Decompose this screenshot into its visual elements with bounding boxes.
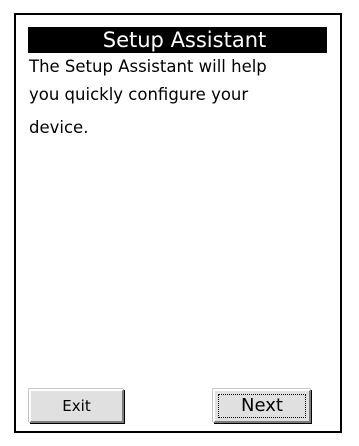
exit-button-label: Exit — [62, 397, 91, 415]
exit-button[interactable]: Exit — [29, 389, 124, 423]
dialog-message-line-3: device. — [29, 118, 89, 137]
dialog-message: The Setup Assistant will help you quickl… — [29, 53, 319, 142]
dialog-message-line-2: you quickly configure your — [29, 85, 249, 104]
next-button-label: Next — [241, 395, 283, 416]
setup-assistant-dialog: Setup Assistant The Setup Assistant will… — [14, 13, 342, 433]
next-button[interactable]: Next — [213, 389, 311, 423]
dialog-message-line-1: The Setup Assistant will help — [29, 57, 267, 76]
dialog-title: Setup Assistant — [28, 27, 327, 53]
screen: Setup Assistant The Setup Assistant will… — [0, 0, 359, 446]
